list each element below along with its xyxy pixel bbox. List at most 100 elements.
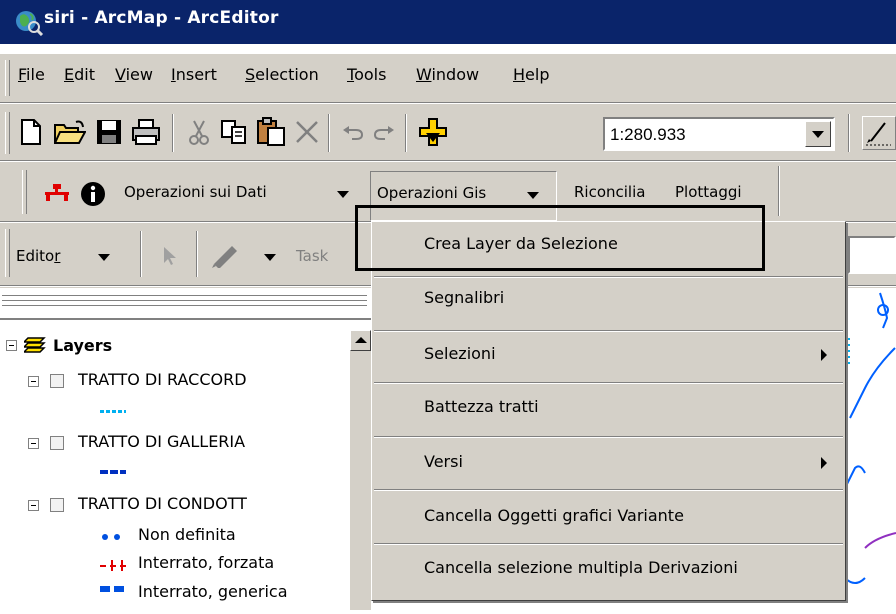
legend-label: Non definita [138,525,236,544]
redo-icon[interactable] [373,126,395,140]
copy-icon[interactable] [220,119,248,145]
toc-layer-name[interactable]: TRATTO DI CONDOTT [78,494,247,513]
legend-dots-symbol [102,534,120,540]
info-icon[interactable] [80,181,106,207]
menu-tools[interactable]: Tools [347,65,386,84]
network-red-icon[interactable] [44,183,70,205]
riconcilia-button[interactable]: Riconcilia [574,183,645,201]
title-bar: siri - ArcMap - ArcEditor [0,0,896,44]
title-separator [0,44,896,54]
collapse-layer-icon[interactable] [28,500,39,511]
menu-separator [374,489,843,491]
chevron-down-icon [527,192,539,199]
menu-item-battezza-tratti[interactable]: Battezza tratti [372,397,845,437]
legend-dashed-cyan-line [100,410,126,413]
submenu-arrow-icon [821,349,827,361]
menu-item-versi[interactable]: Versi [372,452,845,492]
target-combo[interactable] [848,236,896,274]
toolbar-separator [140,231,142,277]
menu-item-selezioni[interactable]: Selezioni [372,344,845,384]
paste-icon[interactable] [256,117,286,147]
plottaggi-button[interactable]: Plottaggi [675,183,742,201]
menu-edit[interactable]: Edit [64,65,95,84]
toc-layer-name[interactable]: TRATTO DI GALLERIA [78,432,245,451]
collapse-layers-icon[interactable] [6,340,17,351]
menu-separator [374,382,843,384]
map-scale-combo[interactable]: 1:280.933 [603,117,835,151]
chevron-down-icon[interactable] [264,254,276,261]
scale-dropdown-button[interactable] [805,121,831,147]
chevron-down-icon[interactable] [337,191,349,198]
map-view[interactable] [844,288,896,610]
legend-label: Interrato, forzata [138,553,275,572]
map-features [844,292,896,584]
editor-toolbar-button[interactable] [862,116,896,150]
toc-scrollbar[interactable] [350,330,371,610]
operazioni-dati-button-label[interactable]: Operazioni sui Dati [124,183,267,201]
toolbar-separator [328,114,330,152]
layers-stack-icon [24,337,46,353]
menu-separator [374,436,843,438]
menu-item-cancella-selezione-multipla-derivazioni[interactable]: Cancella selezione multipla Derivazioni [372,558,845,598]
menu-file[interactable]: File [18,65,45,84]
custom-toolbar-grip[interactable] [22,170,27,214]
annotation-highlight-box [355,205,765,271]
sketch-tool-pencil-icon[interactable] [210,244,240,268]
map-scale-value[interactable]: 1:280.933 [610,125,686,145]
editor-menu-button[interactable]: Editor [16,247,60,265]
dock-grip-line [2,300,367,302]
delete-icon[interactable] [294,119,320,145]
print-icon[interactable] [132,119,160,145]
menu-selection[interactable]: Selection [245,65,319,84]
layer-visibility-checkbox[interactable] [50,498,64,512]
layer-visibility-checkbox[interactable] [50,436,64,450]
submenu-arrow-icon [821,457,827,469]
menu-separator [374,543,843,545]
menu-item-cancella-oggetti-grafici-variante[interactable]: Cancella Oggetti grafici Variante [372,506,845,546]
editor-toolbar-icon [866,122,891,146]
arcmap-globe-icon [16,11,44,36]
chevron-up-icon [355,337,367,343]
collapse-layer-icon[interactable] [28,438,39,449]
task-label: Task [296,247,329,265]
edit-tool-arrow-icon[interactable] [162,246,178,266]
menu-help[interactable]: Help [513,65,549,84]
menu-insert[interactable]: Insert [171,65,217,84]
menu-bar: File Edit View Insert Selection Tools Wi… [0,54,896,102]
new-icon[interactable] [20,119,42,145]
toolbar-divider [0,160,896,162]
legend-dashed-blue-symbol [100,586,126,592]
open-icon[interactable] [54,119,86,145]
legend-dashed-navy-line [100,470,126,474]
menubar-grip[interactable] [5,60,10,96]
menu-separator [374,330,843,332]
save-icon[interactable] [96,119,122,145]
table-of-contents: Layers TRATTO DI RACCORD TRATTO DI GALLE… [0,318,371,612]
toc-root-label[interactable]: Layers [53,336,112,355]
collapse-layer-icon[interactable] [28,376,39,387]
layer-visibility-checkbox[interactable] [50,374,64,388]
menu-separator [374,276,843,278]
toolbar-separator [778,166,780,216]
chevron-down-icon[interactable] [98,254,110,261]
menu-view[interactable]: View [115,65,153,84]
editor-toolbar-grip[interactable] [5,229,10,277]
operazioni-gis-label[interactable]: Operazioni Gis [377,184,486,202]
scroll-up-button[interactable] [350,330,371,351]
menu-window[interactable]: Window [416,65,479,84]
toolbar-separator [172,114,174,152]
standard-toolbar-grip[interactable] [5,112,10,154]
toolbar-separator [405,114,407,152]
add-data-icon[interactable] [418,117,448,147]
operazioni-gis-menu: Crea Layer da Selezione Segnalibri Selez… [371,221,846,601]
toc-layer-name[interactable]: TRATTO DI RACCORD [78,370,247,389]
cut-icon[interactable] [188,119,210,145]
dock-grip-line [2,295,367,297]
chevron-down-icon [812,131,824,138]
menu-item-segnalibri[interactable]: Segnalibri [372,288,845,328]
window-title: siri - ArcMap - ArcEditor [44,8,279,28]
toolbar-separator [848,114,850,152]
undo-icon[interactable] [342,126,364,140]
toolbar-separator [196,231,198,277]
menubar-divider [0,102,896,104]
